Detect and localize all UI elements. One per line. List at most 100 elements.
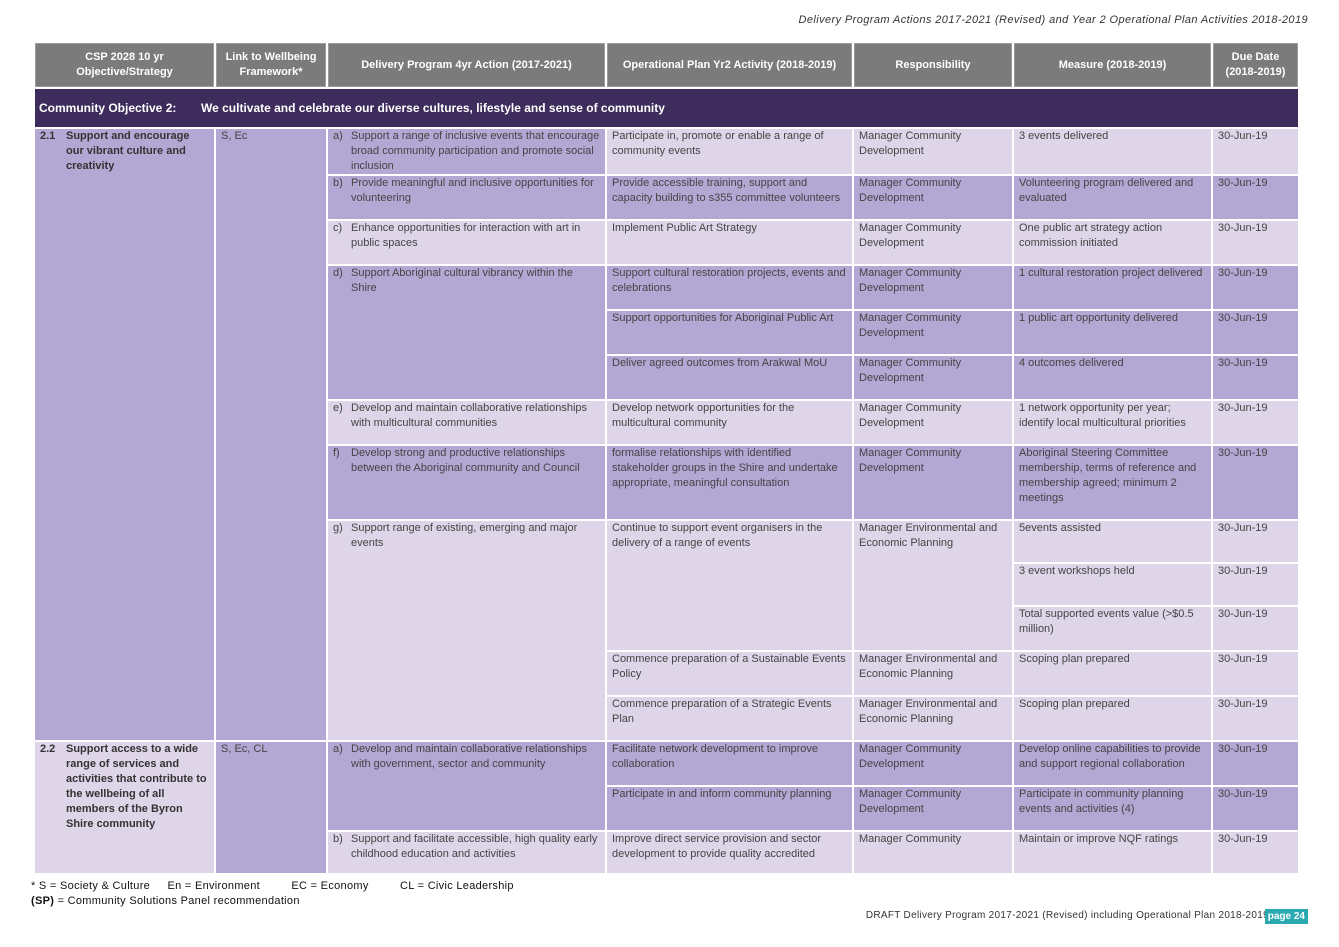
action-cell: c) Enhance opportunities for interaction … [328, 221, 605, 264]
action-letter: f) [333, 447, 340, 459]
action-letter: b) [333, 833, 343, 845]
action-text: Provide meaningful and inclusive opportu… [351, 177, 594, 204]
action-text: Support and facilitate accessible, high … [351, 833, 598, 860]
strategy-number: 2.1 [40, 130, 56, 142]
strategy-cell: 2.1 Support and encourage our vibrant cul… [35, 129, 214, 740]
column-header: Measure (2018-2019) [1014, 43, 1211, 87]
column-header: Operational Plan Yr2 Activity (2018-2019… [607, 43, 852, 87]
column-header: Delivery Program 4yr Action (2017-2021) [328, 43, 605, 87]
legend-item: * S = Society & Culture [31, 880, 151, 892]
legend-item: EC = Economy [291, 880, 369, 892]
activity-cell: Improve direct service provision and sec… [607, 832, 852, 873]
legend-item: En = Environment [167, 880, 260, 892]
due-date-cell: 30-Jun-19 [1213, 446, 1298, 519]
table-header-row: CSP 2028 10 yr Objective/Strategy Link t… [35, 43, 1298, 87]
action-letter: c) [333, 222, 343, 234]
measure-cell: 4 outcomes delivered [1014, 356, 1211, 399]
measure-cell: Aboriginal Steering Committee membership… [1014, 446, 1211, 519]
objective-label: Community Objective 2: [39, 100, 177, 115]
objective-banner: Community Objective 2: We cultivate and c… [35, 89, 1298, 127]
measure-cell: 3 event workshops held [1014, 564, 1211, 605]
action-text: Support Aboriginal cultural vibrancy wit… [351, 267, 573, 294]
action-letter: a) [333, 743, 343, 755]
responsibility-cell: Manager Community Development [854, 446, 1012, 519]
due-date-cell: 30-Jun-19 [1213, 129, 1298, 174]
due-date-cell: 30-Jun-19 [1213, 697, 1298, 740]
action-cell: f) Develop strong and productive relation… [328, 446, 605, 519]
strategy-title: Support and encourage our vibrant cultur… [66, 130, 190, 172]
activity-cell: Commence preparation of a Sustainable Ev… [607, 652, 852, 695]
objective-row: Community Objective 2: We cultivate and c… [35, 89, 1298, 127]
measure-cell: One public art strategy action commissio… [1014, 221, 1211, 264]
responsibility-cell: Manager Community Development [854, 221, 1012, 264]
activity-cell: Participate in, promote or enable a rang… [607, 129, 852, 174]
measure-cell: 5events assisted [1014, 521, 1211, 562]
due-date-cell: 30-Jun-19 [1213, 742, 1298, 785]
objective-text: We cultivate and celebrate our diverse c… [201, 100, 665, 115]
operational-plan-table: CSP 2028 10 yr Objective/Strategy Link t… [33, 41, 1300, 875]
measure-cell: 1 network opportunity per year; identify… [1014, 401, 1211, 444]
action-cell: a) Support a range of inclusive events th… [328, 129, 605, 174]
responsibility-cell: Manager Environmental and Economic Plann… [854, 697, 1012, 740]
activity-cell: Continue to support event organisers in … [607, 521, 852, 650]
due-date-cell: 30-Jun-19 [1213, 176, 1298, 219]
responsibility-cell: Manager Community Development [854, 266, 1012, 309]
action-text: Enhance opportunities for interaction wi… [351, 222, 581, 249]
measure-cell: Scoping plan prepared [1014, 652, 1211, 695]
responsibility-cell: Manager Environmental and Economic Plann… [854, 652, 1012, 695]
responsibility-cell: Manager Community Development [854, 129, 1012, 174]
activity-cell: formalise relationships with identified … [607, 446, 852, 519]
action-cell: g) Support range of existing, emerging an… [328, 521, 605, 740]
strategy-title: Support access to a wide range of servic… [66, 743, 207, 830]
sp-text: = Community Solutions Panel recommendati… [57, 895, 300, 907]
document-footer: DRAFT Delivery Program 2017-2021 (Revise… [865, 910, 1269, 921]
measure-cell: Volunteering program delivered and evalu… [1014, 176, 1211, 219]
column-header: Link to Wellbeing Framework* [216, 43, 326, 87]
action-text: Support range of existing, emerging and … [351, 522, 578, 549]
due-date-cell: 30-Jun-19 [1213, 607, 1298, 650]
activity-cell: Provide accessible training, support and… [607, 176, 852, 219]
activity-cell: Facilitate network development to improv… [607, 742, 852, 785]
due-date-cell: 30-Jun-19 [1213, 832, 1298, 873]
action-cell: a) Develop and maintain collaborative rel… [328, 742, 605, 830]
activity-cell: Develop network opportunities for the mu… [607, 401, 852, 444]
action-text: Develop strong and productive relationsh… [351, 447, 580, 474]
measure-cell: Scoping plan prepared [1014, 697, 1211, 740]
activity-cell: Participate in and inform community plan… [607, 787, 852, 830]
column-header: Responsibility [854, 43, 1012, 87]
action-text: Develop and maintain collaborative relat… [351, 402, 588, 429]
measure-cell: 3 events delivered [1014, 129, 1211, 174]
activity-cell: Support opportunities for Aboriginal Pub… [607, 311, 852, 354]
responsibility-cell: Manager Community Development [854, 311, 1012, 354]
responsibility-cell: Manager Community Development [854, 356, 1012, 399]
action-cell: d) Support Aboriginal cultural vibrancy w… [328, 266, 605, 399]
wellbeing-link-cell: S, Ec [216, 129, 326, 740]
measure-cell: 1 cultural restoration project delivered [1014, 266, 1211, 309]
action-letter: g) [333, 522, 343, 534]
due-date-cell: 30-Jun-19 [1213, 652, 1298, 695]
sp-tag: (SP) [31, 895, 55, 907]
table-row: 2.1 Support and encourage our vibrant cul… [35, 129, 1298, 740]
due-date-cell: 30-Jun-19 [1213, 266, 1298, 309]
action-text: Support a range of inclusive events that… [351, 130, 600, 172]
responsibility-cell: Manager Environmental and Economic Plann… [854, 521, 1012, 650]
responsibility-cell: Manager Community Development [854, 401, 1012, 444]
due-date-cell: 30-Jun-19 [1213, 564, 1298, 605]
due-date-cell: 30-Jun-19 [1213, 356, 1298, 399]
measure-cell: Participate in community planning events… [1014, 787, 1211, 830]
strategy-cell: 2.2 Support access to a wide range of ser… [35, 742, 214, 873]
due-date-cell: 30-Jun-19 [1213, 401, 1298, 444]
due-date-cell: 30-Jun-19 [1213, 787, 1298, 830]
action-letter: e) [333, 402, 343, 414]
page-number-badge: page 24 [1264, 909, 1308, 924]
activity-cell: Deliver agreed outcomes from Arakwal MoU [607, 356, 852, 399]
measure-cell: Maintain or improve NQF ratings [1014, 832, 1211, 873]
wellbeing-legend: * S = Society & Culture En = Environment… [31, 880, 514, 892]
measure-cell: Develop online capabilities to provide a… [1014, 742, 1211, 785]
action-cell: b) Support and facilitate accessible, hig… [328, 832, 605, 873]
action-letter: b) [333, 177, 343, 189]
due-date-cell: 30-Jun-19 [1213, 221, 1298, 264]
page-header: Delivery Program Actions 2017-2021 (Revi… [798, 14, 1308, 26]
responsibility-cell: Manager Community [854, 832, 1012, 873]
sp-note: (SP) = Community Solutions Panel recomme… [31, 895, 300, 907]
